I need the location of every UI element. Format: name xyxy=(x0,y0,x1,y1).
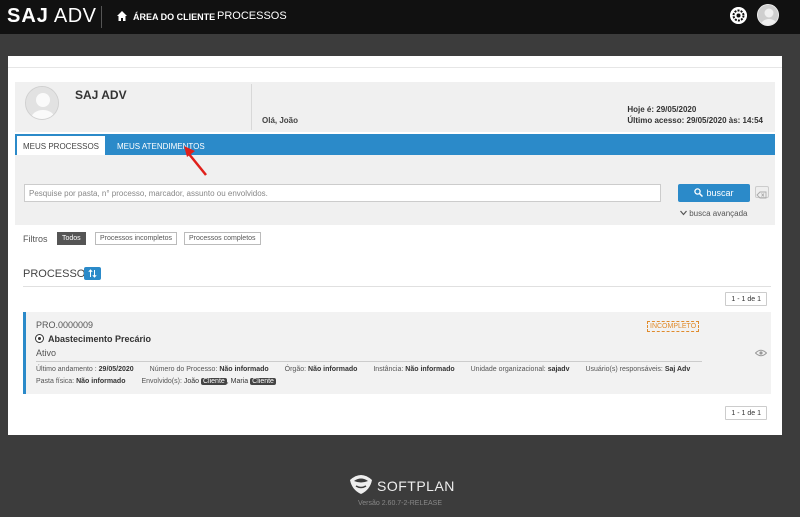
process-number-value: Não informado xyxy=(219,366,269,373)
clear-search-button[interactable] xyxy=(755,186,769,199)
process-status: Ativo xyxy=(36,348,57,358)
pagination-bottom[interactable]: 1 - 1 de 1 xyxy=(725,406,767,420)
processos-title: PROCESSOS xyxy=(23,268,93,280)
process-number-label: Número do Processo: xyxy=(149,366,218,373)
filters-label: Filtros xyxy=(23,234,48,244)
date-info: Hoje é: 29/05/2020 Último acesso: 29/05/… xyxy=(627,104,763,126)
client-header: SAJ ADV Olá, João Hoje é: 29/05/2020 Últ… xyxy=(15,82,775,132)
top-navbar: SAJ ADV ÁREA DO CLIENTE PROCESSOS xyxy=(0,0,800,34)
responsaveis-label: Usuário(s) responsáveis: xyxy=(585,366,663,373)
filter-chip-todos[interactable]: Todos xyxy=(57,232,86,245)
client-name: SAJ ADV xyxy=(75,88,127,102)
responsaveis-value: Saj Adv xyxy=(664,366,691,373)
search-button-label: buscar xyxy=(706,188,734,198)
unidade-value: sajadv xyxy=(547,366,570,373)
process-name[interactable]: Abastecimento Precário xyxy=(48,334,151,344)
last-update-value: 29/05/2020 xyxy=(98,366,134,373)
section-rule xyxy=(23,286,771,287)
process-rule xyxy=(36,361,702,362)
pasta-label: Pasta física: xyxy=(36,378,75,385)
envolvidos-label: Envolvido(s): xyxy=(141,378,182,385)
sort-arrows-icon xyxy=(88,269,97,278)
client-silhouette-icon xyxy=(26,87,58,119)
greeting-text: Olá, João xyxy=(262,116,299,125)
card-top-strip xyxy=(8,56,782,68)
tab-bar: MEUS PROCESSOS MEUS ATENDIMENTOS xyxy=(15,134,775,155)
home-icon[interactable] xyxy=(117,11,127,21)
user-avatar[interactable] xyxy=(757,4,779,26)
unidade-label: Unidade organizacional: xyxy=(470,366,546,373)
footer-version: Versão 2.60.7-2-RELEASE xyxy=(357,500,443,507)
filter-chip-incompletos[interactable]: Processos incompletos xyxy=(95,232,177,245)
tab-meus-processos[interactable]: MEUS PROCESSOS xyxy=(17,136,106,155)
nav-area-do-cliente[interactable]: ÁREA DO CLIENTE xyxy=(133,12,215,22)
search-input[interactable] xyxy=(24,184,661,202)
process-number: PRO.0000009 xyxy=(36,320,94,330)
pagination-top[interactable]: 1 - 1 de 1 xyxy=(725,292,767,306)
navbar-divider xyxy=(101,6,102,28)
process-radio[interactable] xyxy=(35,334,44,343)
magnifier-icon xyxy=(694,188,704,198)
orgao-label: Órgão: xyxy=(284,366,307,373)
search-button[interactable]: buscar xyxy=(678,184,750,202)
client-avatar xyxy=(25,86,59,120)
logo-bold-text: SAJ xyxy=(7,5,49,27)
filter-chip-completos[interactable]: Processos completos xyxy=(184,232,261,245)
last-update-label: Último andamento : xyxy=(36,366,97,373)
sort-button[interactable] xyxy=(84,267,101,280)
softplan-logo-icon xyxy=(350,475,372,494)
nav-processos[interactable]: PROCESSOS xyxy=(217,10,287,22)
logo-rest-text: ADV xyxy=(53,5,97,27)
envolvido-1-tag: Cliente xyxy=(201,378,227,385)
envolvido-2: , Maria xyxy=(226,378,249,385)
process-card[interactable]: PRO.0000009 INCOMPLETO Abastecimento Pre… xyxy=(23,312,771,394)
eye-icon[interactable] xyxy=(755,349,767,357)
user-silhouette-icon xyxy=(758,5,778,25)
orgao-value: Não informado xyxy=(308,366,358,373)
header-separator xyxy=(251,84,252,130)
advanced-search-link[interactable]: busca avançada xyxy=(680,209,748,218)
annotation-arrow-icon xyxy=(184,146,207,176)
process-meta-row-1: Último andamento : 29/05/2020 Número do … xyxy=(36,366,704,373)
envolvido-2-tag: Cliente xyxy=(250,378,276,385)
instancia-value: Não informado xyxy=(405,366,455,373)
today-date: Hoje é: 29/05/2020 xyxy=(627,105,697,114)
last-access: Último acesso: 29/05/2020 às: 14:54 xyxy=(627,116,763,125)
advanced-search-label: busca avançada xyxy=(689,209,748,218)
chevron-down-icon xyxy=(680,210,687,216)
main-card: SAJ ADV Olá, João Hoje é: 29/05/2020 Últ… xyxy=(8,56,782,435)
settings-gear-icon[interactable] xyxy=(730,7,747,24)
pasta-value: Não informado xyxy=(76,378,126,385)
process-meta-row-2: Pasta física: Não informado Envolvido(s)… xyxy=(36,378,276,385)
status-badge: INCOMPLETO xyxy=(647,321,700,332)
instancia-label: Instância: xyxy=(373,366,404,373)
clear-icon xyxy=(756,191,767,199)
search-panel: buscar busca avançada xyxy=(15,155,775,225)
app-logo[interactable]: SAJ ADV xyxy=(7,5,96,28)
envolvido-1: João xyxy=(183,378,200,385)
footer-brand: SOFTPLAN xyxy=(377,478,455,494)
